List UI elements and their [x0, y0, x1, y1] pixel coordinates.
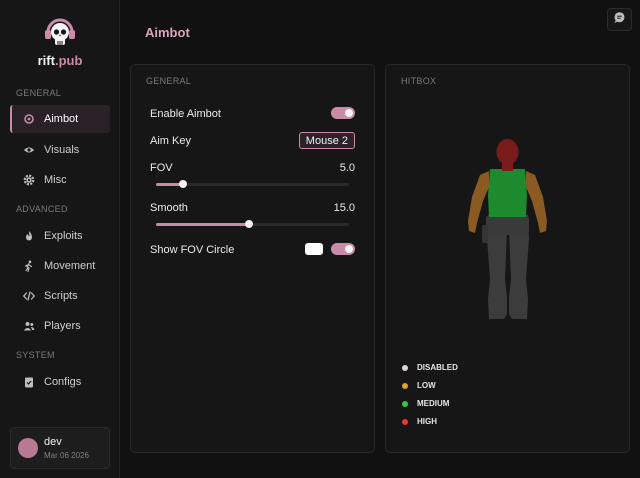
clipboard-icon: [22, 375, 36, 389]
sidebar-item-scripts[interactable]: Scripts: [10, 282, 110, 310]
enable-aimbot-label: Enable Aimbot: [150, 108, 221, 120]
show-fov-circle-label: Show FOV Circle: [150, 244, 235, 256]
gear-icon: [22, 173, 36, 187]
legend-low: LOW: [402, 381, 436, 390]
chat-button[interactable]: [607, 8, 632, 31]
user-date: Mar 06 2026: [44, 451, 89, 460]
sidebar-item-aimbot[interactable]: Aimbot: [10, 105, 110, 133]
aim-key-button[interactable]: Mouse 2: [298, 132, 355, 149]
code-icon: [22, 289, 36, 303]
skull-logo-icon: [0, 14, 120, 50]
users-icon: [22, 319, 36, 333]
panel-title-hitbox: HITBOX: [401, 76, 437, 86]
show-fov-circle-toggle[interactable]: [331, 243, 355, 255]
fov-slider[interactable]: [156, 180, 349, 188]
hitbox-left-arm[interactable]: [468, 171, 489, 233]
general-panel: GENERAL Enable Aimbot Aim Key Mouse 2 FO…: [130, 64, 375, 453]
legend-dot: [402, 418, 408, 425]
smooth-value: 15.0: [333, 202, 355, 214]
sidebar-item-label: Configs: [44, 376, 82, 388]
avatar: [18, 438, 38, 458]
hitbox-pelvis[interactable]: [486, 215, 529, 235]
section-label-advanced: ADVANCED: [16, 204, 68, 214]
legend-label: HIGH: [417, 417, 437, 426]
page-title: Aimbot: [145, 25, 190, 40]
fov-circle-color-swatch[interactable]: [305, 243, 323, 255]
eye-icon: [22, 143, 36, 157]
legend-disabled: DISABLED: [402, 363, 458, 372]
user-name: dev: [44, 436, 62, 448]
hitbox-torso[interactable]: [488, 169, 527, 217]
brand-name: rift.pub: [37, 53, 83, 68]
crosshair-icon: [22, 112, 36, 126]
section-label-system: SYSTEM: [16, 350, 55, 360]
running-icon: [22, 259, 36, 273]
sidebar-item-label: Exploits: [44, 230, 83, 242]
smooth-label: Smooth: [150, 202, 188, 214]
smooth-slider-fill: [156, 223, 249, 226]
user-card[interactable]: dev Mar 06 2026: [10, 427, 110, 469]
fov-slider-thumb[interactable]: [179, 180, 188, 188]
legend-high: HIGH: [402, 417, 437, 426]
legend-dot: [402, 382, 408, 389]
hitbox-head[interactable]: [496, 139, 519, 165]
sidebar-item-label: Misc: [44, 174, 67, 186]
section-label-general: GENERAL: [16, 88, 62, 98]
sidebar-item-players[interactable]: Players: [10, 312, 110, 340]
fov-label: FOV: [150, 162, 173, 174]
flame-icon: [22, 229, 36, 243]
panel-title-general: GENERAL: [146, 76, 192, 86]
sidebar-item-visuals[interactable]: Visuals: [10, 136, 110, 164]
legend-label: MEDIUM: [417, 399, 450, 408]
sidebar-item-label: Movement: [44, 260, 96, 272]
hitbox-right-arm[interactable]: [526, 171, 547, 233]
sidebar-item-label: Scripts: [44, 290, 78, 302]
sidebar-item-label: Aimbot: [44, 113, 79, 125]
sidebar-item-label: Players: [44, 320, 81, 332]
legend-medium: MEDIUM: [402, 399, 449, 408]
smooth-slider-thumb[interactable]: [244, 220, 253, 228]
legend-dot: [402, 400, 408, 407]
enable-aimbot-toggle[interactable]: [331, 107, 355, 119]
sidebar-item-misc[interactable]: Misc: [10, 166, 110, 194]
legend-label: DISABLED: [417, 363, 458, 372]
sidebar: rift.pub GENERAL Aimbot Visuals Misc ADV…: [0, 0, 120, 478]
sidebar-item-label: Visuals: [44, 144, 80, 156]
legend-label: LOW: [417, 381, 436, 390]
chat-icon: [613, 11, 626, 29]
sidebar-item-movement[interactable]: Movement: [10, 252, 110, 280]
legend-dot: [402, 364, 408, 371]
sidebar-item-configs[interactable]: Configs: [10, 368, 110, 396]
sidebar-item-exploits[interactable]: Exploits: [10, 222, 110, 250]
aim-key-label: Aim Key: [150, 135, 191, 147]
hitbox-panel: HITBOX DISABLED LOW MEDIUM HIGH: [385, 64, 630, 453]
hitbox-figure: [468, 139, 547, 319]
fov-value: 5.0: [339, 162, 355, 174]
smooth-slider[interactable]: [156, 220, 349, 228]
